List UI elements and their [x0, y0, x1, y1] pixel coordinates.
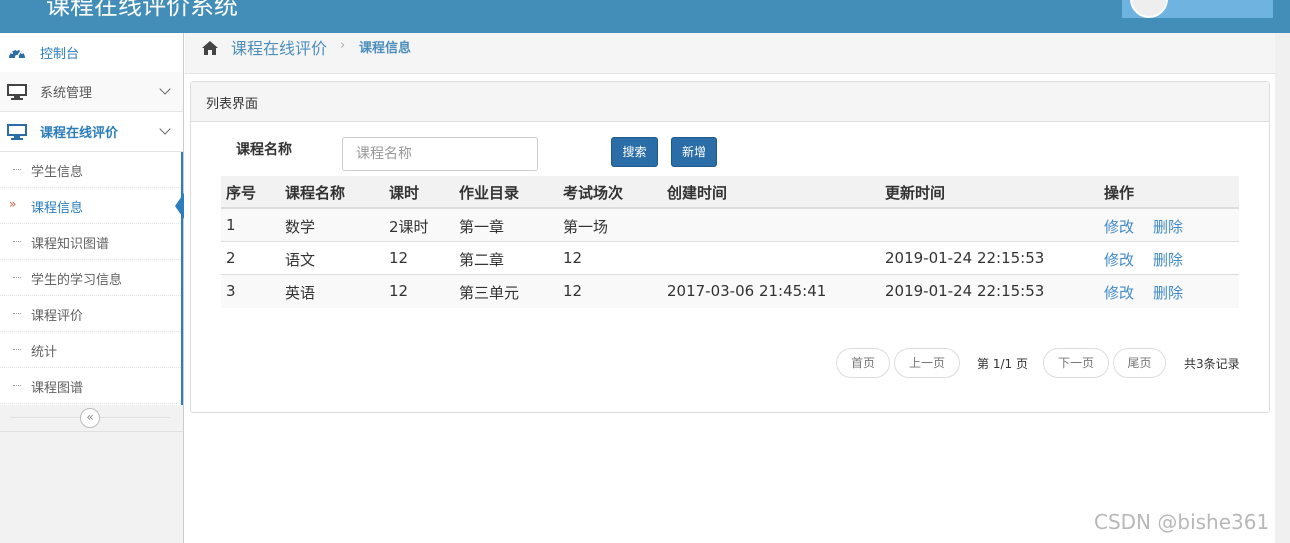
submenu-item-label: 课程评价 — [31, 309, 84, 324]
sidebar: 控制台 系统管理 课程在线评价 学生信息 » 课程信息 课程知识图谱 学生的学习… — [0, 33, 184, 543]
submenu-item-label: 学生的学习信息 — [31, 273, 123, 288]
sidebar-collapse-bar: « — [0, 405, 183, 432]
sidebar-item-label: 控制台 — [40, 47, 80, 62]
column-header: 作业目录 — [459, 184, 520, 202]
table-cell: 2017-03-06 21:45:41 — [667, 282, 827, 300]
table-cell: 英语 — [285, 284, 316, 302]
tree-line — [13, 385, 21, 386]
app-title: 课程在线评价系统 — [46, 0, 238, 20]
column-header: 课程名称 — [285, 184, 346, 202]
submenu-item-label: 学生信息 — [31, 165, 84, 180]
sidebar-item-course-eval[interactable]: 课程在线评价 — [0, 112, 183, 152]
table-cell: 12 — [563, 282, 583, 300]
table-cell: 第一章 — [459, 218, 505, 236]
column-header: 操作 — [1104, 184, 1135, 202]
column-header: 序号 — [226, 184, 257, 202]
table-row: 3 英语 12 第三单元 12 2017-03-06 21:45:41 2019… — [221, 275, 1239, 308]
table-row: 1 数学 2课时 第一章 第一场 修改 删除 — [221, 209, 1239, 242]
avatar — [1130, 0, 1168, 18]
top-navbar: 课程在线评价系统 — [0, 0, 1290, 33]
next-page-button[interactable]: 下一页 — [1043, 348, 1109, 378]
submenu-item-label: 课程信息 — [31, 201, 84, 216]
search-input[interactable] — [342, 137, 538, 171]
tree-line — [13, 169, 21, 170]
table-cell: 第二章 — [459, 251, 505, 269]
last-page-button[interactable]: 尾页 — [1113, 348, 1166, 378]
table-header-row: 序号 课程名称 课时 作业目录 考试场次 创建时间 更新时间 操作 — [221, 176, 1239, 209]
table-cell: 第三单元 — [459, 284, 520, 302]
table-cell: 3 — [226, 282, 236, 300]
user-menu[interactable] — [1122, 0, 1273, 18]
submenu-item-course-graph[interactable]: 课程图谱 — [0, 368, 181, 404]
sidebar-item-label: 课程在线评价 — [40, 126, 119, 141]
search-button[interactable]: 搜索 — [611, 137, 658, 167]
tree-line — [13, 313, 21, 314]
submenu-item-learning-info[interactable]: 学生的学习信息 — [0, 260, 181, 296]
double-angle-right-icon: » — [9, 197, 17, 211]
prev-page-button[interactable]: 上一页 — [894, 348, 960, 378]
panel-title: 列表界面 — [206, 97, 259, 112]
submenu-item-label: 课程图谱 — [31, 381, 84, 396]
tree-line — [13, 277, 21, 278]
desktop-icon — [7, 124, 27, 140]
tree-line — [13, 241, 21, 242]
edit-link[interactable]: 修改 — [1104, 282, 1134, 303]
search-label: 课程名称 — [236, 142, 292, 158]
page-indicator: 第 1/1 页 — [977, 357, 1028, 371]
table-cell: 数学 — [285, 218, 316, 236]
table-cell: 2 — [226, 249, 236, 267]
tree-line — [13, 349, 21, 350]
first-page-button[interactable]: 首页 — [836, 348, 890, 378]
delete-link[interactable]: 删除 — [1153, 216, 1183, 237]
dashboard-icon — [9, 49, 25, 59]
submenu-item-label: 课程知识图谱 — [31, 237, 110, 252]
table-cell: 语文 — [285, 251, 316, 269]
submenu-item-students[interactable]: 学生信息 — [0, 152, 181, 188]
home-icon[interactable] — [201, 40, 219, 56]
submenu-item-knowledge-graph[interactable]: 课程知识图谱 — [0, 224, 181, 260]
sidebar-item-system[interactable]: 系统管理 — [0, 72, 183, 112]
active-pointer — [175, 193, 184, 219]
breadcrumb: 课程在线评价 › 课程信息 — [185, 33, 1290, 74]
submenu-item-label: 统计 — [31, 345, 58, 360]
breadcrumb-current: 课程信息 — [359, 41, 412, 56]
chevron-down-icon — [159, 83, 171, 95]
total-records: 共3条记录 — [1184, 357, 1240, 371]
table-cell: 1 — [226, 216, 236, 234]
column-header: 考试场次 — [563, 184, 624, 202]
panel-header: 列表界面 — [191, 82, 1269, 122]
sidebar-item-dashboard[interactable]: 控制台 — [0, 33, 183, 73]
table-cell: 2课时 — [389, 218, 429, 236]
add-button[interactable]: 新增 — [671, 137, 717, 167]
submenu-item-statistics[interactable]: 统计 — [0, 332, 181, 368]
submenu-item-course-eval[interactable]: 课程评价 — [0, 296, 181, 332]
chevron-down-icon — [159, 123, 171, 135]
table-cell: 12 — [563, 249, 583, 267]
delete-link[interactable]: 删除 — [1153, 249, 1183, 270]
desktop-icon — [7, 84, 27, 100]
column-header: 更新时间 — [885, 184, 946, 202]
sidebar-item-label: 系统管理 — [40, 86, 93, 101]
submenu-item-course-info[interactable]: » 课程信息 — [0, 188, 181, 224]
edit-link[interactable]: 修改 — [1104, 216, 1134, 237]
table-cell: 2019-01-24 22:15:53 — [885, 282, 1045, 300]
collapse-sidebar-button[interactable]: « — [80, 408, 100, 428]
table-row: 2 语文 12 第二章 12 2019-01-24 22:15:53 修改 删除 — [221, 242, 1239, 275]
breadcrumb-separator: › — [340, 38, 346, 53]
table-cell: 2019-01-24 22:15:53 — [885, 249, 1045, 267]
breadcrumb-link-course-eval[interactable]: 课程在线评价 — [231, 35, 327, 59]
edit-link[interactable]: 修改 — [1104, 249, 1134, 270]
column-header: 课时 — [389, 184, 420, 202]
table-cell: 12 — [389, 249, 409, 267]
table-cell: 12 — [389, 282, 409, 300]
delete-link[interactable]: 删除 — [1153, 282, 1183, 303]
submenu: 学生信息 » 课程信息 课程知识图谱 学生的学习信息 课程评价 统计 课程图谱 — [0, 152, 183, 405]
table-cell: 第一场 — [563, 218, 609, 236]
watermark: CSDN @bishe361 — [1094, 510, 1270, 534]
vertical-scrollbar[interactable] — [1275, 33, 1290, 543]
column-header: 创建时间 — [667, 184, 728, 202]
